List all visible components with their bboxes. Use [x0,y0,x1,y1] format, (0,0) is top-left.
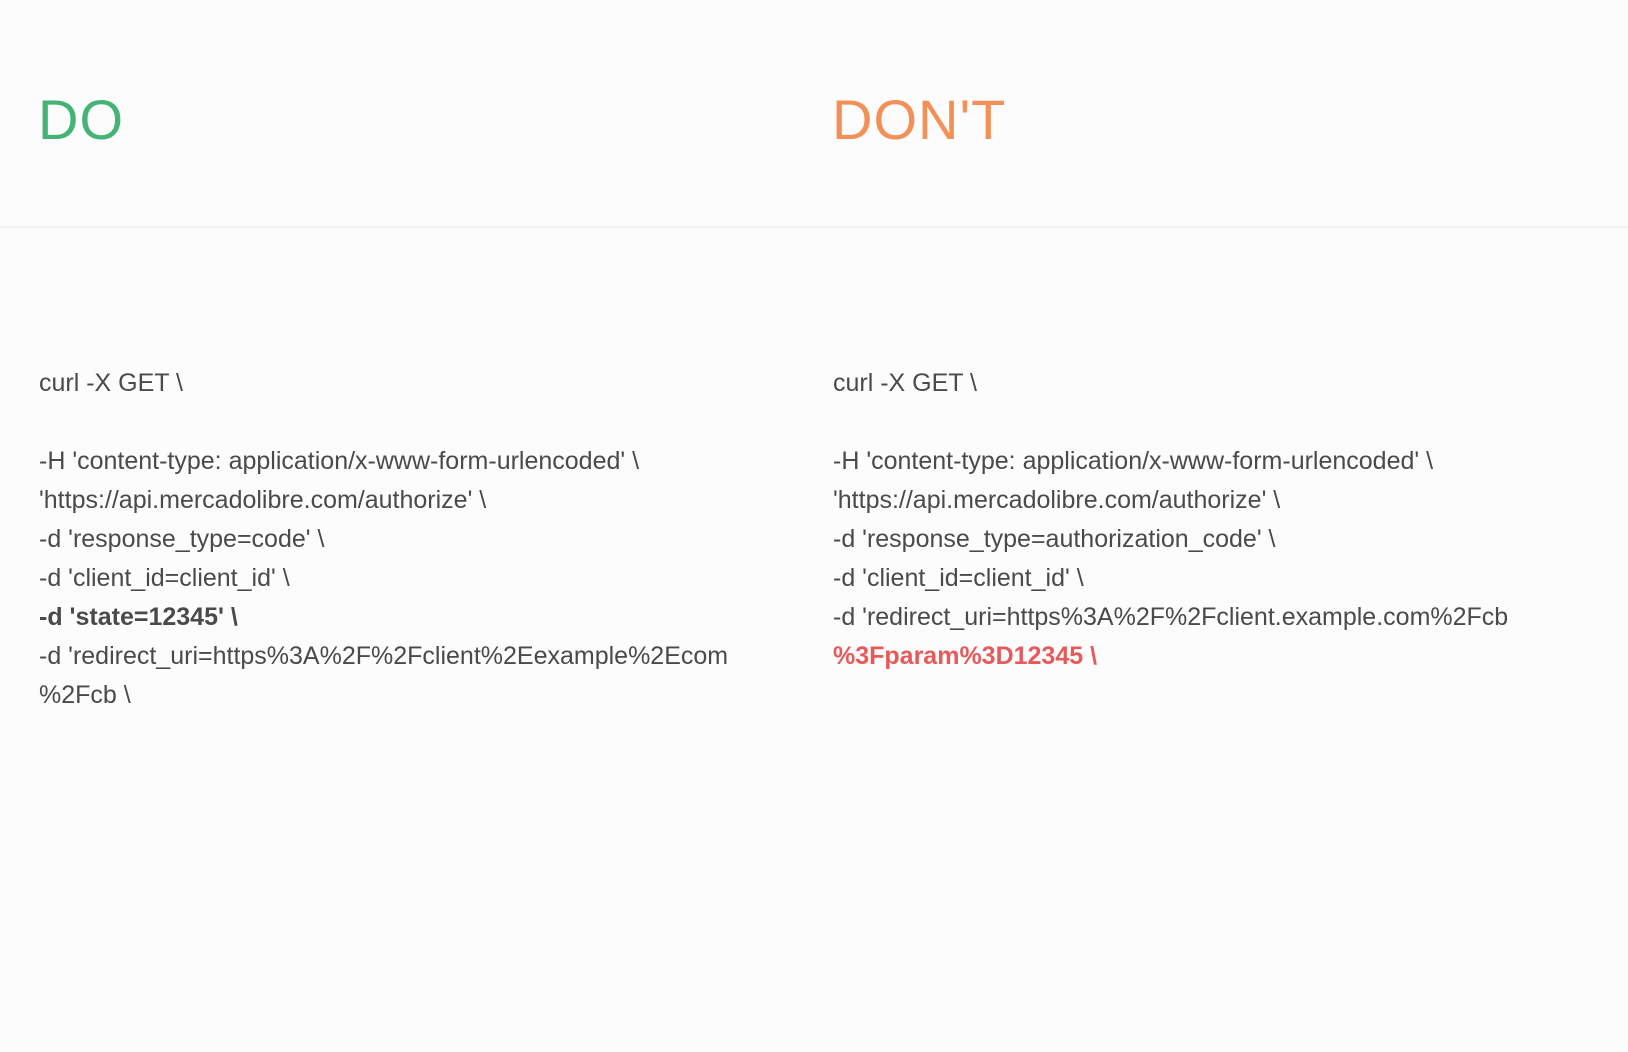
do-heading: DO [38,88,124,151]
dont-code-line: -d 'redirect_uri=https%3A%2F%2Fclient.ex… [833,603,1509,631]
do-code-line-highlight: -d 'state=12345' \ [39,603,238,631]
do-code-line: -d 'redirect_uri=https%3A%2F%2Fclient%2E… [39,642,729,670]
dont-heading: DON'T [832,88,1007,151]
do-code-line: -d 'response_type=code' \ [39,525,325,553]
dont-code-block: curl -X GET \ -H 'content-type: applicat… [833,364,1508,676]
dont-code-line: -H 'content-type: application/x-www-form… [833,447,1434,475]
header: DO DON'T [0,0,1628,228]
do-code-line: -H 'content-type: application/x-www-form… [39,447,640,475]
dont-code-line: -d 'client_id=client_id' \ [833,564,1084,592]
dont-code-line-error: %3Fparam%3D12345 \ [833,642,1098,670]
do-code-block: curl -X GET \ -H 'content-type: applicat… [39,364,728,715]
do-code-line: -d 'client_id=client_id' \ [39,564,290,592]
dont-code-line: curl -X GET \ [833,369,978,397]
dont-code-line: -d 'response_type=authorization_code' \ [833,525,1276,553]
do-code-line: curl -X GET \ [39,369,184,397]
do-code-line: 'https://api.mercadolibre.com/authorize'… [39,486,487,514]
do-code-line: %2Fcb \ [39,681,131,709]
dont-code-line: 'https://api.mercadolibre.com/authorize'… [833,486,1281,514]
